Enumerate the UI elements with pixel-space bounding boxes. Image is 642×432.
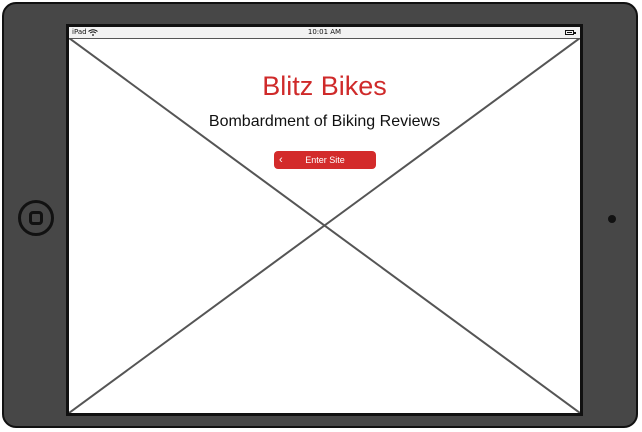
screen: iPad 10:01 AM Blitz Bikes Bombardment of…: [66, 24, 583, 416]
battery-icon: [565, 30, 576, 35]
camera-dot: [608, 215, 616, 223]
tablet-frame: iPad 10:01 AM Blitz Bikes Bombardment of…: [2, 2, 638, 428]
home-button[interactable]: [18, 200, 54, 236]
status-time: 10:01 AM: [307, 28, 342, 36]
site-title: Blitz Bikes: [262, 71, 387, 101]
site-subtitle: Bombardment of Biking Reviews: [208, 113, 441, 130]
chevron-left-icon: ‹: [279, 154, 283, 166]
enter-site-label: Enter Site: [305, 155, 345, 165]
home-button-icon: [29, 211, 43, 225]
enter-site-button[interactable]: ‹ Enter Site: [274, 151, 376, 169]
